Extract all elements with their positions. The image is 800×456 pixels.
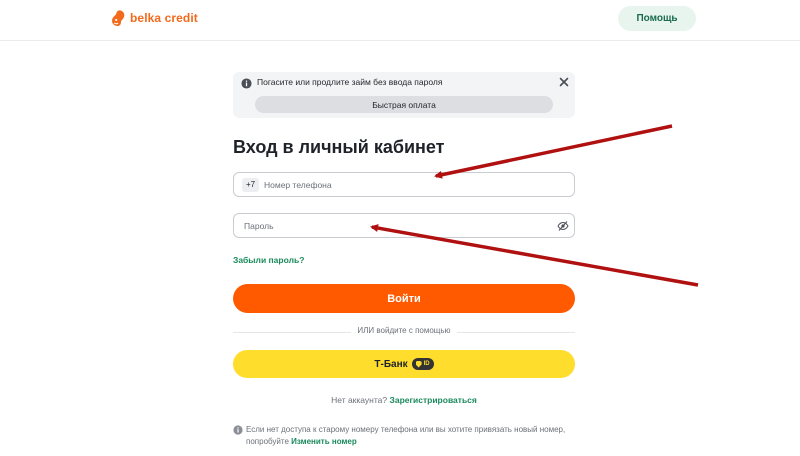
eye-slash-icon[interactable]: [557, 220, 569, 232]
login-button[interactable]: Войти: [233, 284, 575, 313]
register-row: Нет аккаунта? Зарегистрироваться: [233, 395, 575, 405]
quick-pay-banner: Погасите или продлите займ без ввода пар…: [233, 72, 575, 118]
forgot-password-link[interactable]: Забыли пароль?: [233, 255, 304, 265]
password-field[interactable]: [233, 213, 575, 238]
register-link[interactable]: Зарегистрироваться: [390, 395, 477, 405]
quick-pay-button[interactable]: Быстрая оплата: [255, 96, 553, 113]
page-title: Вход в личный кабинет: [233, 137, 445, 157]
divider-text: ИЛИ войдите с помощью: [351, 326, 457, 335]
banner-text: Погасите или продлите займ без ввода пар…: [257, 77, 443, 87]
shield-icon: [415, 360, 422, 368]
logo[interactable]: belka credit: [110, 8, 198, 28]
info-icon: [241, 78, 252, 89]
phone-prefix: +7: [242, 178, 260, 192]
note-text: Если нет доступа к старому номеру телефо…: [246, 424, 576, 448]
tbank-label: Т-Банк: [374, 358, 408, 370]
phone-input[interactable]: [264, 173, 564, 196]
close-icon[interactable]: [558, 76, 570, 88]
change-number-link[interactable]: Изменить номер: [291, 437, 357, 446]
squirrel-logo-icon: [112, 10, 125, 26]
phone-field[interactable]: +7: [233, 172, 575, 197]
logo-text: belka credit: [130, 11, 198, 25]
help-button[interactable]: Помощь: [618, 6, 696, 31]
info-icon: [233, 425, 243, 435]
tbank-login-button[interactable]: Т-Банк ID: [233, 350, 575, 378]
password-input[interactable]: [244, 214, 554, 237]
tbank-badge-text: ID: [423, 361, 430, 367]
login-page: belka credit Помощь Погасите или продлит…: [0, 0, 800, 456]
arrow-to-phone-field: [434, 124, 673, 179]
tbank-id-badge: ID: [411, 358, 434, 370]
header: belka credit Помощь: [0, 0, 800, 41]
divider: ИЛИ войдите с помощью: [233, 326, 575, 338]
no-account-text: Нет аккаунта?: [331, 395, 388, 405]
